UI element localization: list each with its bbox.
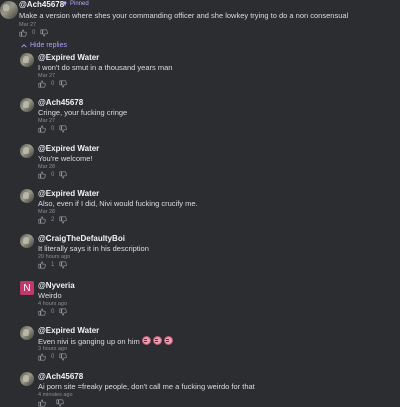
thumbs-down-icon[interactable] (59, 125, 68, 133)
avatar[interactable] (20, 372, 34, 386)
like-count: 2 (51, 217, 55, 223)
reply-text-row: Also, even if I did, Nivi would fucking … (38, 199, 198, 208)
reply-author[interactable]: @Expired Water (38, 326, 99, 335)
thumbs-down-icon[interactable] (56, 399, 64, 407)
reply-text-row: Ai porn site =freaky people, don't call … (38, 382, 255, 391)
reaction-bar: 0 (38, 353, 68, 361)
reply-text-row: It literally says it in his description (38, 244, 149, 253)
reply-time: 20 hours ago (38, 254, 71, 260)
reply-author[interactable]: @Nyveria (38, 281, 75, 290)
emoji-icon (163, 336, 173, 345)
reply-time: 4 hours ago (38, 301, 68, 307)
reply-text-row: Even nivi is ganging up on him (38, 336, 173, 346)
hide-replies-label: Hide replies (30, 42, 67, 49)
thumbs-up-icon[interactable] (38, 171, 46, 179)
reply-time: Mar 27 (38, 73, 56, 79)
reply-text: You're welcome! (38, 154, 93, 163)
thumbs-up-icon[interactable] (38, 399, 46, 407)
reply-author[interactable]: @Ach45678 (38, 372, 83, 381)
reply-text: Also, even if I did, Nivi would fucking … (38, 199, 198, 208)
like-count: 0 (51, 126, 55, 132)
thumbs-down-icon[interactable] (59, 80, 68, 88)
reaction-bar: 2 (38, 216, 68, 224)
reaction-bar: 0 (38, 308, 68, 316)
comment-time: Mar 27 (19, 22, 37, 28)
reply-time: 4 minutes ago (38, 392, 73, 398)
avatar[interactable] (20, 234, 34, 248)
like-count: 0 (51, 81, 55, 87)
like-count: 0 (51, 354, 55, 360)
reaction-bar: 0 (38, 171, 68, 179)
reply-author[interactable]: @Expired Water (38, 144, 99, 153)
thumbs-up-icon[interactable] (38, 125, 46, 133)
thumbs-up-icon[interactable] (38, 216, 46, 224)
emoji-icon (152, 336, 162, 345)
reply-text: It literally says it in his description (38, 244, 149, 253)
avatar[interactable] (20, 326, 34, 340)
reply-text: I won't do smut in a thousand years man (38, 63, 173, 72)
reply-time: Mar 28 (38, 209, 56, 215)
chevron-up-icon (21, 43, 27, 48)
avatar[interactable] (20, 98, 34, 112)
like-count: 0 (51, 172, 55, 178)
reply-text-row: I won't do smut in a thousand years man (38, 63, 172, 72)
reply-text: Even nivi is ganging up on him (38, 337, 140, 346)
avatar[interactable] (20, 189, 34, 203)
reply-author[interactable]: @Expired Water (38, 189, 99, 198)
like-count: 0 (51, 309, 55, 315)
thumbs-down-icon[interactable] (59, 171, 68, 179)
avatar[interactable] (20, 53, 34, 67)
hide-replies-button[interactable]: Hide replies (21, 42, 67, 49)
avatar[interactable] (0, 1, 18, 19)
thumbs-up-icon[interactable] (19, 29, 27, 37)
reply-text: Ai porn site =freaky people, don't call … (38, 382, 255, 391)
thumbs-down-icon[interactable] (59, 353, 68, 361)
reaction-bar: 0 (38, 125, 68, 133)
thumbs-up-icon[interactable] (38, 261, 46, 269)
comment-text: Make a version where shes your commandin… (19, 11, 349, 20)
reply-text: Cringe, your fucking cringe (38, 108, 128, 117)
reply-text: Weirdo (38, 291, 62, 300)
reply-time: 3 hours ago (38, 346, 68, 352)
thumbs-up-icon[interactable] (38, 353, 46, 361)
avatar[interactable] (20, 144, 34, 158)
thumbs-down-icon[interactable] (59, 261, 68, 269)
reply-author[interactable]: @CraigTheDefaultyBoi (38, 234, 125, 243)
pinned-badge: Pinned (62, 1, 89, 7)
emoji-icon (141, 336, 151, 345)
avatar-letter: N (23, 282, 31, 294)
comment-author[interactable]: @Ach45678 (19, 0, 64, 9)
reply-time: Mar 28 (38, 164, 56, 170)
thumbs-up-icon[interactable] (38, 80, 46, 88)
reaction-bar (38, 399, 64, 407)
thumbs-down-icon[interactable] (59, 308, 68, 316)
reply-time: Mar 27 (38, 118, 56, 124)
thumbs-down-icon[interactable] (59, 216, 68, 224)
reaction-bar: 1 (38, 261, 68, 269)
pinned-label: Pinned (70, 1, 89, 7)
reaction-bar: 0 (19, 29, 49, 37)
thumbs-up-icon[interactable] (38, 308, 46, 316)
like-count: 0 (32, 30, 36, 36)
thumbs-down-icon[interactable] (40, 29, 49, 37)
reaction-bar: 0 (38, 80, 68, 88)
reply-text-row: You're welcome! (38, 154, 93, 163)
reply-author[interactable]: @Expired Water (38, 53, 99, 62)
reply-text-row: Cringe, your fucking cringe (38, 108, 127, 117)
reply-text-row: Weirdo (38, 291, 62, 300)
reply-author[interactable]: @Ach45678 (38, 98, 83, 107)
avatar[interactable]: N (20, 281, 34, 295)
pin-icon (63, 1, 67, 6)
like-count: 1 (51, 262, 55, 268)
